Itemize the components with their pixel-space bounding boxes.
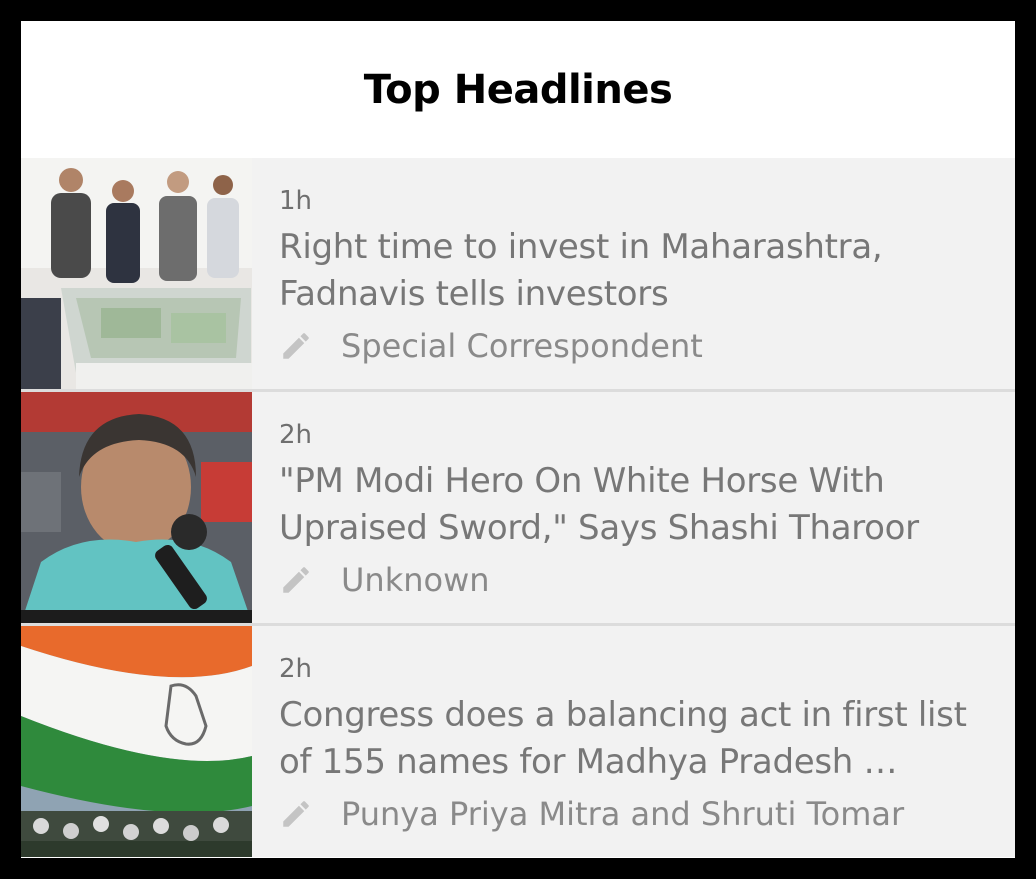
author-row: Special Correspondent (279, 324, 995, 368)
headline-list[interactable]: 1h Right time to invest in Maharashtra, … (21, 158, 1015, 857)
article-title[interactable]: "PM Modi Hero On White Horse With Uprais… (279, 458, 995, 552)
pencil-icon (283, 333, 309, 359)
author-row: Punya Priya Mitra and Shruti Tomar (279, 792, 995, 836)
article-thumbnail[interactable] (21, 626, 252, 857)
article-author: Unknown (341, 561, 490, 599)
article-title[interactable]: Congress does a balancing act in first l… (279, 692, 995, 786)
article-thumbnail[interactable] (21, 158, 252, 389)
thumbnail-image (21, 158, 252, 389)
article-author: Punya Priya Mitra and Shruti Tomar (341, 795, 905, 833)
article-author: Special Correspondent (341, 327, 703, 365)
list-item[interactable]: 1h Right time to invest in Maharashtra, … (21, 158, 1015, 392)
thumbnail-image (21, 392, 252, 623)
list-item[interactable]: 2h Congress does a balancing act in firs… (21, 626, 1015, 857)
article-time: 2h (279, 654, 313, 684)
article-content[interactable]: 1h Right time to invest in Maharashtra, … (252, 158, 1015, 389)
article-content[interactable]: 2h "PM Modi Hero On White Horse With Upr… (252, 392, 1015, 623)
article-title[interactable]: Right time to invest in Maharashtra, Fad… (279, 224, 995, 318)
app-frame: Top Headlines 1h Right time to invest in… (21, 21, 1015, 858)
pencil-icon (283, 567, 309, 593)
article-content[interactable]: 2h Congress does a balancing act in firs… (252, 626, 1015, 857)
article-time: 2h (279, 420, 313, 450)
article-time: 1h (279, 186, 313, 216)
article-thumbnail[interactable] (21, 392, 252, 623)
list-item[interactable]: 2h "PM Modi Hero On White Horse With Upr… (21, 392, 1015, 626)
thumbnail-image (21, 626, 252, 857)
header: Top Headlines (21, 21, 1015, 158)
pencil-icon (283, 801, 309, 827)
page-title: Top Headlines (363, 66, 673, 113)
author-row: Unknown (279, 558, 995, 602)
